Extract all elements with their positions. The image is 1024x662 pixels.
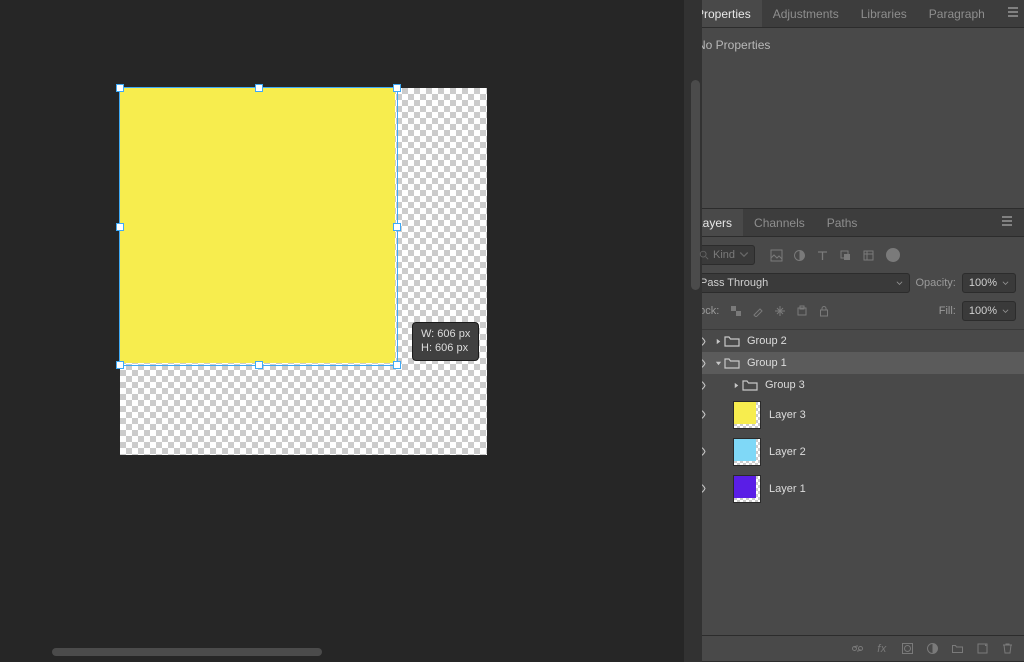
layer-thumbnail[interactable] [733, 401, 761, 429]
folder-icon [723, 334, 741, 348]
filter-type-icons [769, 248, 900, 262]
link-layers-icon[interactable] [850, 642, 864, 656]
filter-pixel-icon[interactable] [769, 248, 783, 262]
vertical-scrollbar-track[interactable] [684, 0, 702, 662]
layer-group-row[interactable]: Group 2 [685, 330, 1024, 352]
tab-paragraph[interactable]: Paragraph [918, 0, 996, 27]
layer-group-row[interactable]: Group 3 [685, 374, 1024, 396]
filter-type-icon[interactable] [815, 248, 829, 262]
new-layer-icon[interactable] [975, 642, 989, 656]
layer-list[interactable]: Group 2 Group 1 Group 3 Layer 3 Layer 2 Layer… [685, 330, 1024, 635]
tooltip-height: H: 606 px [421, 341, 470, 355]
disclosure-triangle-icon[interactable] [713, 360, 723, 367]
opacity-value: 100% [969, 277, 997, 289]
layers-controls: Kind Pass Through Opacity: [685, 237, 1024, 330]
layers-tabs: Layers Channels Paths [685, 209, 1024, 237]
filter-kind-label: Kind [713, 249, 735, 261]
folder-icon [723, 356, 741, 370]
layer-name-label[interactable]: Layer 1 [769, 483, 806, 495]
tab-channels[interactable]: Channels [743, 209, 816, 236]
layer-name-label[interactable]: Group 1 [747, 357, 787, 369]
lock-pixels-icon[interactable] [751, 304, 765, 318]
properties-tabs: Properties Adjustments Libraries Paragra… [685, 0, 1024, 28]
panel-menu-icon[interactable] [996, 5, 1024, 22]
layer-thumbnail[interactable] [733, 475, 761, 503]
no-properties-text: No Properties [697, 38, 770, 52]
horizontal-scrollbar[interactable] [52, 648, 322, 656]
right-panels: Properties Adjustments Libraries Paragra… [684, 0, 1024, 662]
layer-content-rectangle[interactable] [120, 88, 395, 363]
layers-bottom-bar: fx [685, 635, 1024, 661]
layer-effects-icon[interactable]: fx [875, 642, 889, 656]
layer-name-label[interactable]: Group 3 [765, 379, 805, 391]
opacity-value-input[interactable]: 100% [962, 273, 1016, 293]
filter-shape-icon[interactable] [838, 248, 852, 262]
tab-paths[interactable]: Paths [816, 209, 869, 236]
filter-toggle-icon[interactable] [886, 248, 900, 262]
opacity-label: Opacity: [916, 277, 956, 289]
lock-artboard-icon[interactable] [795, 304, 809, 318]
fill-label: Fill: [939, 305, 956, 317]
tab-adjustments[interactable]: Adjustments [762, 0, 850, 27]
layer-row[interactable]: Layer 3 [685, 396, 1024, 433]
add-mask-icon[interactable] [900, 642, 914, 656]
filter-smartobject-icon[interactable] [861, 248, 875, 262]
layer-name-label[interactable]: Group 2 [747, 335, 787, 347]
lock-position-icon[interactable] [773, 304, 787, 318]
adjustment-layer-icon[interactable] [925, 642, 939, 656]
layer-name-label[interactable]: Layer 3 [769, 409, 806, 421]
tab-libraries[interactable]: Libraries [850, 0, 918, 27]
layers-panel: Layers Channels Paths Kind [685, 209, 1024, 662]
filter-adjustment-icon[interactable] [792, 248, 806, 262]
tooltip-width: W: 606 px [421, 327, 470, 341]
dimensions-tooltip: W: 606 px H: 606 px [412, 322, 479, 361]
fill-value-input[interactable]: 100% [962, 301, 1016, 321]
layer-group-row[interactable]: Group 1 [685, 352, 1024, 374]
properties-body: No Properties [685, 28, 1024, 208]
blend-mode-dropdown[interactable]: Pass Through [693, 273, 910, 293]
fill-value: 100% [969, 305, 997, 317]
layer-name-label[interactable]: Layer 2 [769, 446, 806, 458]
disclosure-triangle-icon[interactable] [713, 338, 723, 345]
lock-transparency-icon[interactable] [729, 304, 743, 318]
layer-row[interactable]: Layer 1 [685, 470, 1024, 507]
new-group-icon[interactable] [950, 642, 964, 656]
panel-menu-icon[interactable] [990, 214, 1024, 231]
layer-row[interactable]: Layer 2 [685, 433, 1024, 470]
document-canvas[interactable]: W: 606 px H: 606 px [120, 88, 487, 455]
layer-thumbnail[interactable] [733, 438, 761, 466]
properties-panel: Properties Adjustments Libraries Paragra… [685, 0, 1024, 209]
lock-all-icon[interactable] [817, 304, 831, 318]
blend-mode-value: Pass Through [700, 277, 768, 289]
disclosure-triangle-icon[interactable] [731, 382, 741, 389]
filter-kind-dropdown[interactable]: Kind [693, 245, 755, 265]
canvas-area[interactable]: W: 606 px H: 606 px [0, 0, 684, 662]
delete-layer-icon[interactable] [1000, 642, 1014, 656]
folder-icon [741, 378, 759, 392]
